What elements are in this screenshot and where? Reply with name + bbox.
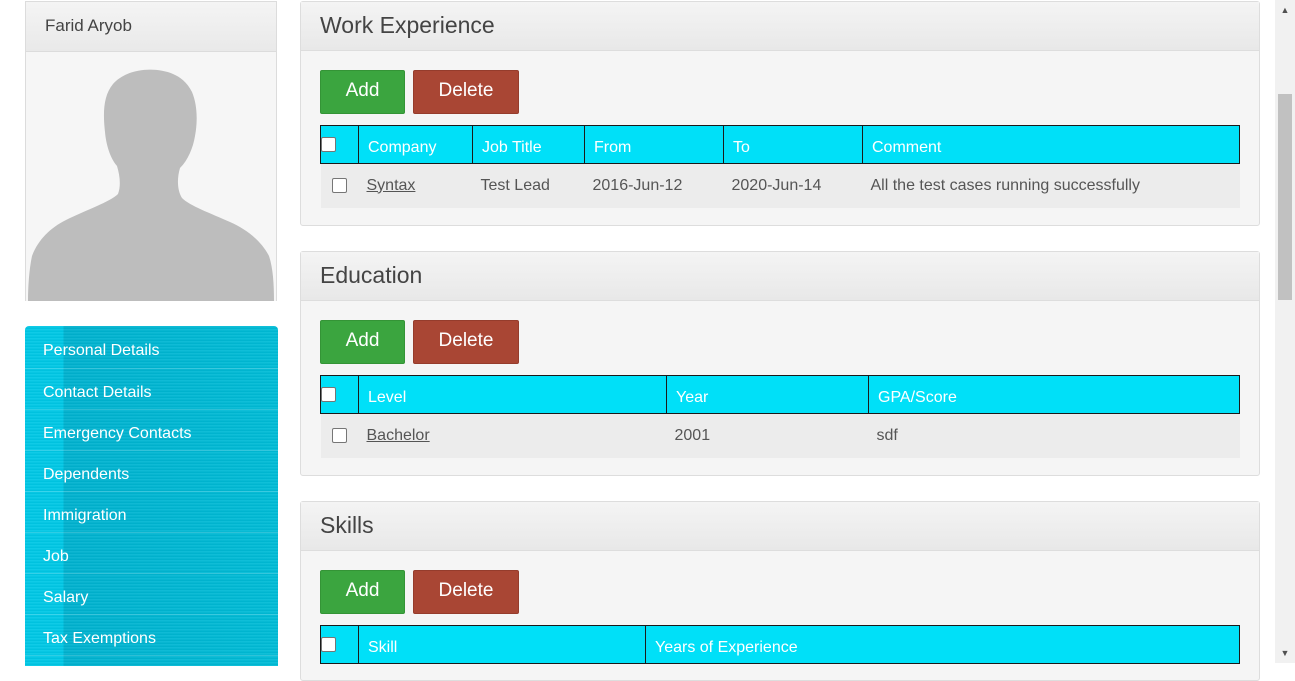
education-panel: Education Add Delete Level Year GPA/Scor… [300,251,1260,476]
column-header-years-of-experience: Years of Experience [645,625,1240,664]
side-menu-item-contact-details[interactable]: Contact Details [25,369,278,410]
delete-education-button[interactable]: Delete [413,320,519,364]
column-header-year: Year [666,375,869,414]
column-header-level: Level [358,375,667,414]
column-header-company: Company [358,125,473,164]
side-menu: Personal Details Contact Details Emergen… [25,326,278,666]
column-header-from: From [584,125,724,164]
side-menu-item-dependents[interactable]: Dependents [25,451,278,492]
row-checkbox[interactable] [332,428,347,444]
gpa-score-cell: sdf [868,413,1240,458]
select-all-checkbox[interactable] [321,636,336,652]
work-experience-panel: Work Experience Add Delete Company Job T… [300,1,1260,226]
triangle-up-icon[interactable]: ▲ [1275,0,1295,20]
column-header-comment: Comment [862,125,1240,164]
skills-title: Skills [301,502,1259,551]
to-cell: 2020-Jun-14 [723,163,863,208]
triangle-down-icon[interactable]: ▼ [1275,643,1295,663]
select-all-checkbox[interactable] [321,386,336,402]
side-menu-item-emergency-contacts[interactable]: Emergency Contacts [25,410,278,451]
company-link[interactable]: Syntax [367,177,416,194]
from-cell: 2016-Jun-12 [584,163,724,208]
table-header-row: Skill Years of Experience [320,625,1240,664]
level-cell: Bachelor [358,413,667,458]
job-title-cell: Test Lead [472,163,585,208]
scrollbar-thumb[interactable] [1278,94,1292,300]
select-all-header-cell [320,625,359,664]
add-skill-button[interactable]: Add [320,570,405,614]
select-all-checkbox[interactable] [321,136,336,152]
year-cell: 2001 [666,413,869,458]
add-work-experience-button[interactable]: Add [320,70,405,114]
side-menu-item-job[interactable]: Job [25,533,278,574]
column-header-gpa-score: GPA/Score [868,375,1240,414]
avatar[interactable] [26,52,276,302]
employee-name: Farid Aryob [26,2,276,52]
skills-panel: Skills Add Delete Skill Years of Experie… [300,501,1260,681]
education-table: Level Year GPA/Score Bachelor 2001 sdf [320,375,1240,458]
profile-card: Farid Aryob [25,1,277,302]
delete-work-experience-button[interactable]: Delete [413,70,519,114]
row-checkbox[interactable] [332,178,347,194]
side-menu-item-personal-details[interactable]: Personal Details [25,326,278,369]
person-silhouette-icon [26,52,276,302]
comment-cell: All the test cases running successfully [862,163,1240,208]
work-experience-table: Company Job Title From To Comment Syntax… [320,125,1240,208]
education-title: Education [301,252,1259,301]
page-scrollbar[interactable]: ▲ ▼ [1275,0,1295,663]
level-link[interactable]: Bachelor [367,427,430,444]
side-menu-item-immigration[interactable]: Immigration [25,492,278,533]
table-header-row: Company Job Title From To Comment [320,125,1240,164]
column-header-to: To [723,125,863,164]
table-row: Syntax Test Lead 2016-Jun-12 2020-Jun-14… [320,163,1240,208]
skills-table: Skill Years of Experience [320,625,1240,664]
select-all-header-cell [320,125,359,164]
column-header-job-title: Job Title [472,125,585,164]
work-experience-title: Work Experience [301,2,1259,51]
table-header-row: Level Year GPA/Score [320,375,1240,414]
side-menu-item-tax-exemptions[interactable]: Tax Exemptions [25,615,278,656]
add-education-button[interactable]: Add [320,320,405,364]
delete-skill-button[interactable]: Delete [413,570,519,614]
company-cell: Syntax [358,163,473,208]
select-all-header-cell [320,375,359,414]
side-menu-item-salary[interactable]: Salary [25,574,278,615]
row-checkbox-cell [320,413,359,458]
row-checkbox-cell [320,163,359,208]
column-header-skill: Skill [358,625,646,664]
table-row: Bachelor 2001 sdf [320,413,1240,458]
